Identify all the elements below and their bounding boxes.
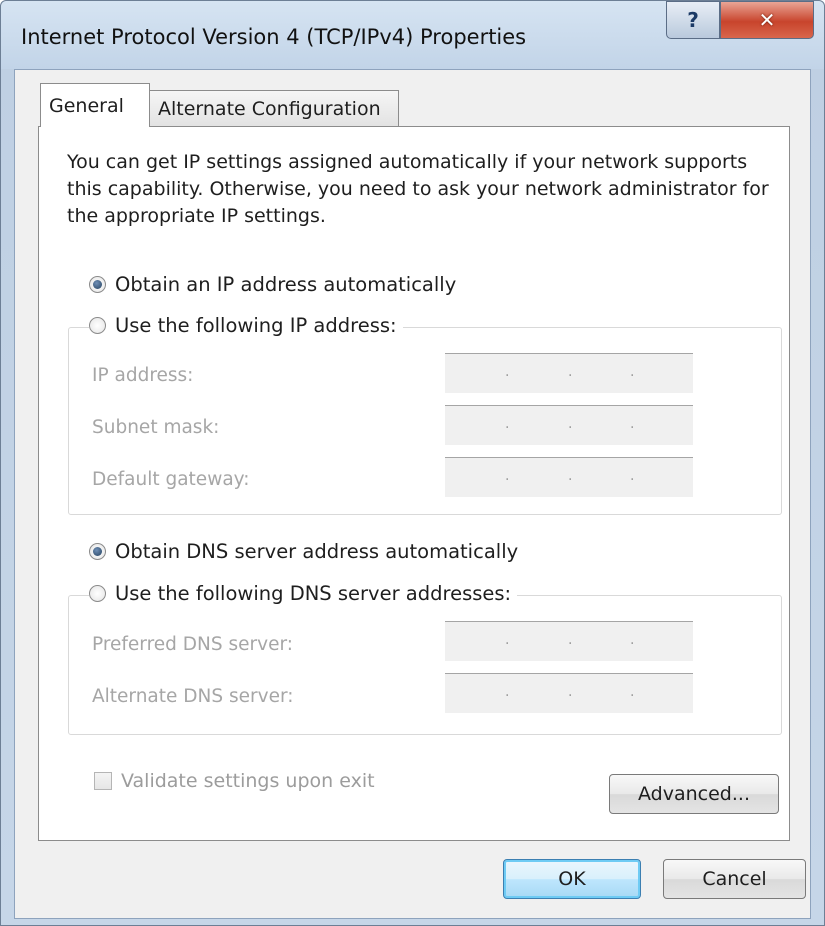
obtain-ip-automatically-radio[interactable]: Obtain an IP address automatically <box>89 273 463 296</box>
tab-general[interactable]: General <box>40 83 150 127</box>
ip-address-field[interactable]: ... <box>445 353 693 393</box>
close-icon: ✕ <box>758 8 776 32</box>
default-gateway-field[interactable]: ... <box>445 457 693 497</box>
tab-alternate-configuration[interactable]: Alternate Configuration <box>149 90 399 127</box>
validate-settings-label: Validate settings upon exit <box>121 770 375 792</box>
validate-settings-checkbox[interactable]: Validate settings upon exit <box>94 770 375 792</box>
use-following-ip-label: Use the following IP address: <box>115 314 397 337</box>
obtain-dns-automatically-radio[interactable]: Obtain DNS server address automatically <box>89 540 525 563</box>
manual-dns-group <box>68 595 782 735</box>
radio-checked-icon <box>89 543 106 560</box>
tab-general-label: General <box>49 94 124 117</box>
default-gateway-label: Default gateway: <box>92 469 250 490</box>
description-text: You can get IP settings assigned automat… <box>67 151 769 227</box>
dialog-window: Internet Protocol Version 4 (TCP/IPv4) P… <box>0 0 825 926</box>
alternate-dns-field[interactable]: ... <box>445 673 693 713</box>
preferred-dns-label: Preferred DNS server: <box>92 634 293 655</box>
subnet-mask-label: Subnet mask: <box>92 417 220 438</box>
radio-unchecked-icon <box>89 585 106 602</box>
advanced-button[interactable]: Advanced... <box>609 774 779 814</box>
use-following-dns-label: Use the following DNS server addresses: <box>115 582 512 605</box>
close-button[interactable]: ✕ <box>720 1 814 39</box>
subnet-mask-field[interactable]: ... <box>445 405 693 445</box>
radio-unchecked-icon <box>89 317 106 334</box>
help-icon: ? <box>687 8 699 32</box>
dialog-client-area: General Alternate Configuration You can … <box>14 69 811 919</box>
tab-alternate-configuration-label: Alternate Configuration <box>158 98 381 120</box>
radio-checked-icon <box>89 276 106 293</box>
window-title: Internet Protocol Version 4 (TCP/IPv4) P… <box>21 25 527 49</box>
general-tab-panel: You can get IP settings assigned automat… <box>38 126 790 841</box>
checkbox-unchecked-icon <box>94 772 112 790</box>
alternate-dns-label: Alternate DNS server: <box>92 686 294 707</box>
help-button[interactable]: ? <box>666 1 720 39</box>
title-bar[interactable]: Internet Protocol Version 4 (TCP/IPv4) P… <box>1 1 824 69</box>
ip-address-label: IP address: <box>92 365 194 386</box>
preferred-dns-field[interactable]: ... <box>445 621 693 661</box>
obtain-dns-automatically-label: Obtain DNS server address automatically <box>115 540 519 563</box>
ok-button[interactable]: OK <box>503 859 641 899</box>
use-following-ip-radio[interactable]: Use the following IP address: <box>89 314 403 337</box>
use-following-dns-radio[interactable]: Use the following DNS server addresses: <box>89 582 518 605</box>
obtain-ip-automatically-label: Obtain an IP address automatically <box>115 273 457 296</box>
cancel-button[interactable]: Cancel <box>663 859 806 899</box>
